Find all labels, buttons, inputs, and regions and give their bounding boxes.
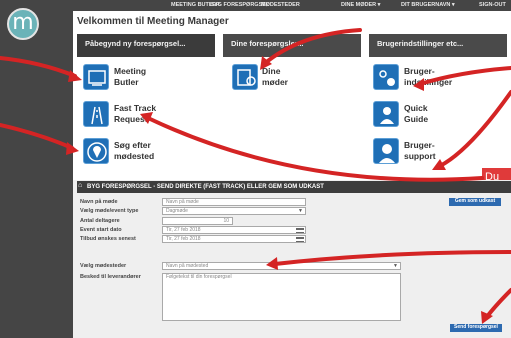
- home-icon: ⌂: [78, 182, 83, 189]
- label-tilbud: Tilbud ønskes senest: [80, 236, 136, 242]
- user-settings-button[interactable]: Brugerindstillinger etc...: [369, 34, 507, 57]
- venue-select[interactable]: Navn på mødested ▼: [162, 262, 401, 270]
- top-navigation: MEETING BUTLER BYG FORESPØRGSEL MØDESTED…: [73, 0, 511, 11]
- nav-dit-brugernavn[interactable]: DIT BRUGERNAVN ▾: [401, 2, 455, 8]
- label-besked: Besked til leverandører: [80, 274, 141, 280]
- chevron-down-icon: ▼: [298, 208, 303, 214]
- start-date-input[interactable]: Tir, 27 feb 2018: [162, 226, 306, 234]
- quick-guide-icon[interactable]: [373, 101, 399, 127]
- tile-meeting-butler-label[interactable]: Meeting Butler: [114, 66, 146, 88]
- arrow-to-bruger-support: [438, 90, 511, 168]
- participants-input[interactable]: 10: [162, 217, 233, 225]
- label-start: Event start dato: [80, 227, 122, 233]
- tile-quick-guide-label[interactable]: Quick Guide: [404, 103, 428, 125]
- nav-sign-out[interactable]: SIGN-OUT: [479, 2, 506, 8]
- form-header: ⌂ BYG FORESPØRGSEL - SEND DIREKTE (FAST …: [77, 181, 511, 193]
- chevron-down-icon: ▼: [393, 263, 398, 269]
- continue-request-button[interactable]: Påbegynd ny forespørgsel...: [77, 34, 215, 57]
- label-antal: Antal deltagere: [80, 218, 120, 224]
- meeting-manager-logo[interactable]: m: [7, 8, 39, 40]
- event-type-select[interactable]: Dagmøde ▼: [162, 207, 306, 215]
- dine-moeder-icon[interactable]: [232, 64, 258, 90]
- page-title: Velkommen til Meeting Manager: [77, 16, 229, 27]
- save-draft-button[interactable]: Gem som udkast: [449, 198, 501, 206]
- meeting-butler-icon[interactable]: [83, 64, 109, 90]
- tile-fast-track-label[interactable]: Fast Track Request: [114, 103, 156, 125]
- your-requests-button[interactable]: Dine forespørgsler...: [223, 34, 361, 57]
- fast-track-icon[interactable]: [83, 101, 109, 127]
- tile-soeg-moedested-label[interactable]: Søg efter mødested: [114, 140, 154, 162]
- map-pin-icon[interactable]: [83, 138, 109, 164]
- calendar-icon[interactable]: [296, 237, 304, 242]
- label-moedesteder: Vælg mødesteder: [80, 263, 127, 269]
- calendar-icon[interactable]: [296, 228, 304, 233]
- nav-dine-moeder[interactable]: DINE MØDER ▾: [341, 2, 380, 8]
- label-type: Vælg møde/event type: [80, 208, 139, 214]
- support-headset-icon[interactable]: [373, 138, 399, 164]
- message-textarea[interactable]: Følgetekst til din forespørgsel: [162, 273, 401, 321]
- tile-bruger-support-label[interactable]: Bruger- support: [404, 140, 436, 162]
- meeting-name-input[interactable]: Navn på møde: [162, 198, 306, 206]
- offer-deadline-input[interactable]: Tir, 27 feb 2018: [162, 235, 306, 243]
- label-navn: Navn på møde: [80, 199, 118, 205]
- left-sidebar: [0, 0, 73, 338]
- tile-dine-moeder-label[interactable]: Dine møder: [262, 66, 288, 88]
- nav-moedesteder[interactable]: MØDESTEDER: [261, 2, 300, 8]
- brugerindstillinger-icon[interactable]: [373, 64, 399, 90]
- send-request-button[interactable]: Send forespørgsel: [450, 324, 502, 332]
- tile-brugerindstillinger-label[interactable]: Bruger- indstillinger: [404, 66, 452, 88]
